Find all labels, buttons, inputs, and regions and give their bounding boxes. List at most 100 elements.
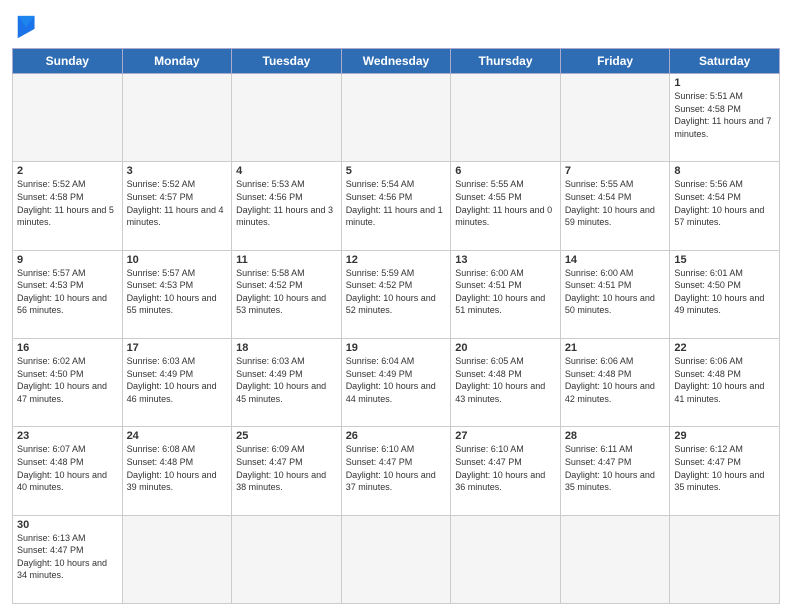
- weekday-tuesday: Tuesday: [232, 49, 342, 74]
- day-number: 9: [17, 254, 118, 266]
- day-info: Sunrise: 6:04 AM Sunset: 4:49 PM Dayligh…: [346, 355, 447, 405]
- day-info: Sunrise: 6:03 AM Sunset: 4:49 PM Dayligh…: [236, 355, 337, 405]
- calendar-cell: 26Sunrise: 6:10 AM Sunset: 4:47 PM Dayli…: [341, 427, 451, 515]
- day-info: Sunrise: 5:55 AM Sunset: 4:55 PM Dayligh…: [455, 178, 556, 228]
- weekday-friday: Friday: [560, 49, 670, 74]
- calendar-week-5: 23Sunrise: 6:07 AM Sunset: 4:48 PM Dayli…: [13, 427, 780, 515]
- day-info: Sunrise: 6:11 AM Sunset: 4:47 PM Dayligh…: [565, 443, 666, 493]
- calendar-body: 1Sunrise: 5:51 AM Sunset: 4:58 PM Daylig…: [13, 74, 780, 604]
- day-info: Sunrise: 5:52 AM Sunset: 4:57 PM Dayligh…: [127, 178, 228, 228]
- calendar-cell: [560, 515, 670, 603]
- calendar-cell: 12Sunrise: 5:59 AM Sunset: 4:52 PM Dayli…: [341, 250, 451, 338]
- day-number: 30: [17, 519, 118, 531]
- calendar-cell: 13Sunrise: 6:00 AM Sunset: 4:51 PM Dayli…: [451, 250, 561, 338]
- day-info: Sunrise: 6:10 AM Sunset: 4:47 PM Dayligh…: [346, 443, 447, 493]
- calendar-cell: [451, 515, 561, 603]
- day-number: 11: [236, 254, 337, 266]
- day-number: 26: [346, 430, 447, 442]
- calendar-cell: 30Sunrise: 6:13 AM Sunset: 4:47 PM Dayli…: [13, 515, 123, 603]
- day-info: Sunrise: 5:55 AM Sunset: 4:54 PM Dayligh…: [565, 178, 666, 228]
- day-number: 22: [674, 342, 775, 354]
- day-info: Sunrise: 5:56 AM Sunset: 4:54 PM Dayligh…: [674, 178, 775, 228]
- calendar-cell: 5Sunrise: 5:54 AM Sunset: 4:56 PM Daylig…: [341, 162, 451, 250]
- day-number: 12: [346, 254, 447, 266]
- logo: [12, 14, 42, 42]
- day-number: 17: [127, 342, 228, 354]
- calendar-cell: 14Sunrise: 6:00 AM Sunset: 4:51 PM Dayli…: [560, 250, 670, 338]
- day-number: 24: [127, 430, 228, 442]
- header: [12, 10, 780, 42]
- day-info: Sunrise: 5:53 AM Sunset: 4:56 PM Dayligh…: [236, 178, 337, 228]
- day-info: Sunrise: 5:59 AM Sunset: 4:52 PM Dayligh…: [346, 267, 447, 317]
- day-number: 28: [565, 430, 666, 442]
- calendar-week-4: 16Sunrise: 6:02 AM Sunset: 4:50 PM Dayli…: [13, 338, 780, 426]
- day-number: 20: [455, 342, 556, 354]
- calendar-cell: [341, 74, 451, 162]
- day-number: 14: [565, 254, 666, 266]
- day-info: Sunrise: 6:00 AM Sunset: 4:51 PM Dayligh…: [565, 267, 666, 317]
- calendar-cell: [232, 515, 342, 603]
- day-info: Sunrise: 6:10 AM Sunset: 4:47 PM Dayligh…: [455, 443, 556, 493]
- calendar-cell: 20Sunrise: 6:05 AM Sunset: 4:48 PM Dayli…: [451, 338, 561, 426]
- day-number: 21: [565, 342, 666, 354]
- weekday-sunday: Sunday: [13, 49, 123, 74]
- day-number: 13: [455, 254, 556, 266]
- calendar-cell: 4Sunrise: 5:53 AM Sunset: 4:56 PM Daylig…: [232, 162, 342, 250]
- day-number: 18: [236, 342, 337, 354]
- calendar-cell: 1Sunrise: 5:51 AM Sunset: 4:58 PM Daylig…: [670, 74, 780, 162]
- calendar-cell: [232, 74, 342, 162]
- day-number: 1: [674, 77, 775, 89]
- day-info: Sunrise: 5:52 AM Sunset: 4:58 PM Dayligh…: [17, 178, 118, 228]
- calendar-cell: 18Sunrise: 6:03 AM Sunset: 4:49 PM Dayli…: [232, 338, 342, 426]
- calendar-cell: [451, 74, 561, 162]
- calendar-week-2: 2Sunrise: 5:52 AM Sunset: 4:58 PM Daylig…: [13, 162, 780, 250]
- weekday-wednesday: Wednesday: [341, 49, 451, 74]
- day-info: Sunrise: 6:09 AM Sunset: 4:47 PM Dayligh…: [236, 443, 337, 493]
- calendar-cell: 22Sunrise: 6:06 AM Sunset: 4:48 PM Dayli…: [670, 338, 780, 426]
- calendar-cell: 10Sunrise: 5:57 AM Sunset: 4:53 PM Dayli…: [122, 250, 232, 338]
- day-info: Sunrise: 6:08 AM Sunset: 4:48 PM Dayligh…: [127, 443, 228, 493]
- day-info: Sunrise: 6:02 AM Sunset: 4:50 PM Dayligh…: [17, 355, 118, 405]
- day-info: Sunrise: 5:57 AM Sunset: 4:53 PM Dayligh…: [127, 267, 228, 317]
- calendar-cell: [670, 515, 780, 603]
- day-number: 29: [674, 430, 775, 442]
- day-info: Sunrise: 5:57 AM Sunset: 4:53 PM Dayligh…: [17, 267, 118, 317]
- logo-icon: [14, 14, 42, 42]
- calendar-cell: 27Sunrise: 6:10 AM Sunset: 4:47 PM Dayli…: [451, 427, 561, 515]
- calendar-cell: 7Sunrise: 5:55 AM Sunset: 4:54 PM Daylig…: [560, 162, 670, 250]
- day-number: 27: [455, 430, 556, 442]
- calendar-cell: [13, 74, 123, 162]
- calendar-cell: 25Sunrise: 6:09 AM Sunset: 4:47 PM Dayli…: [232, 427, 342, 515]
- calendar-cell: 23Sunrise: 6:07 AM Sunset: 4:48 PM Dayli…: [13, 427, 123, 515]
- calendar-cell: 3Sunrise: 5:52 AM Sunset: 4:57 PM Daylig…: [122, 162, 232, 250]
- day-number: 6: [455, 165, 556, 177]
- day-info: Sunrise: 6:00 AM Sunset: 4:51 PM Dayligh…: [455, 267, 556, 317]
- day-info: Sunrise: 6:07 AM Sunset: 4:48 PM Dayligh…: [17, 443, 118, 493]
- day-number: 7: [565, 165, 666, 177]
- day-number: 19: [346, 342, 447, 354]
- calendar-cell: 16Sunrise: 6:02 AM Sunset: 4:50 PM Dayli…: [13, 338, 123, 426]
- day-info: Sunrise: 6:01 AM Sunset: 4:50 PM Dayligh…: [674, 267, 775, 317]
- weekday-thursday: Thursday: [451, 49, 561, 74]
- day-number: 16: [17, 342, 118, 354]
- calendar-cell: 24Sunrise: 6:08 AM Sunset: 4:48 PM Dayli…: [122, 427, 232, 515]
- calendar-cell: [560, 74, 670, 162]
- day-info: Sunrise: 6:06 AM Sunset: 4:48 PM Dayligh…: [674, 355, 775, 405]
- day-info: Sunrise: 6:12 AM Sunset: 4:47 PM Dayligh…: [674, 443, 775, 493]
- calendar-cell: 9Sunrise: 5:57 AM Sunset: 4:53 PM Daylig…: [13, 250, 123, 338]
- day-number: 8: [674, 165, 775, 177]
- day-number: 15: [674, 254, 775, 266]
- day-number: 10: [127, 254, 228, 266]
- calendar-cell: 29Sunrise: 6:12 AM Sunset: 4:47 PM Dayli…: [670, 427, 780, 515]
- calendar-week-3: 9Sunrise: 5:57 AM Sunset: 4:53 PM Daylig…: [13, 250, 780, 338]
- day-number: 25: [236, 430, 337, 442]
- day-info: Sunrise: 6:03 AM Sunset: 4:49 PM Dayligh…: [127, 355, 228, 405]
- day-info: Sunrise: 5:54 AM Sunset: 4:56 PM Dayligh…: [346, 178, 447, 228]
- day-number: 5: [346, 165, 447, 177]
- calendar-cell: 19Sunrise: 6:04 AM Sunset: 4:49 PM Dayli…: [341, 338, 451, 426]
- weekday-saturday: Saturday: [670, 49, 780, 74]
- calendar-cell: 28Sunrise: 6:11 AM Sunset: 4:47 PM Dayli…: [560, 427, 670, 515]
- day-info: Sunrise: 6:13 AM Sunset: 4:47 PM Dayligh…: [17, 532, 118, 582]
- calendar-cell: 8Sunrise: 5:56 AM Sunset: 4:54 PM Daylig…: [670, 162, 780, 250]
- weekday-monday: Monday: [122, 49, 232, 74]
